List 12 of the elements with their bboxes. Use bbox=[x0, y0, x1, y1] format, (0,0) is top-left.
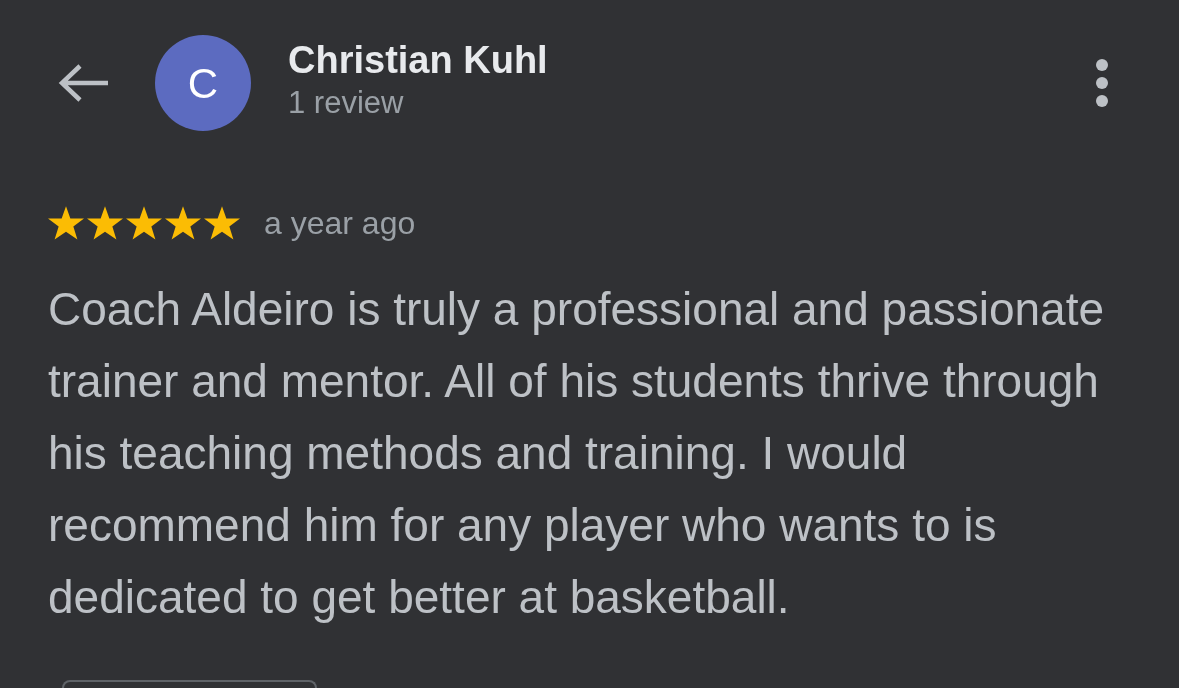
star-icon bbox=[165, 205, 201, 241]
more-options-icon[interactable] bbox=[1095, 58, 1109, 108]
review-count: 1 review bbox=[288, 84, 405, 122]
review-time: a year ago bbox=[264, 204, 416, 243]
star-icon bbox=[204, 205, 240, 241]
star-icon bbox=[126, 205, 162, 241]
review-text: Coach Aldeiro is truly a professional and passionate trainer and mentor. All of his students thrive through his teaching methods and training. I would recommend him for any player who wants to is dedicated to get better at basketball. bbox=[48, 282, 1106, 625]
avatar: C bbox=[155, 35, 251, 131]
star-icon bbox=[87, 205, 123, 241]
back-arrow-icon[interactable] bbox=[58, 63, 110, 103]
star-icon bbox=[48, 205, 84, 241]
reviewer-name: Christian Kuhl bbox=[288, 38, 548, 83]
